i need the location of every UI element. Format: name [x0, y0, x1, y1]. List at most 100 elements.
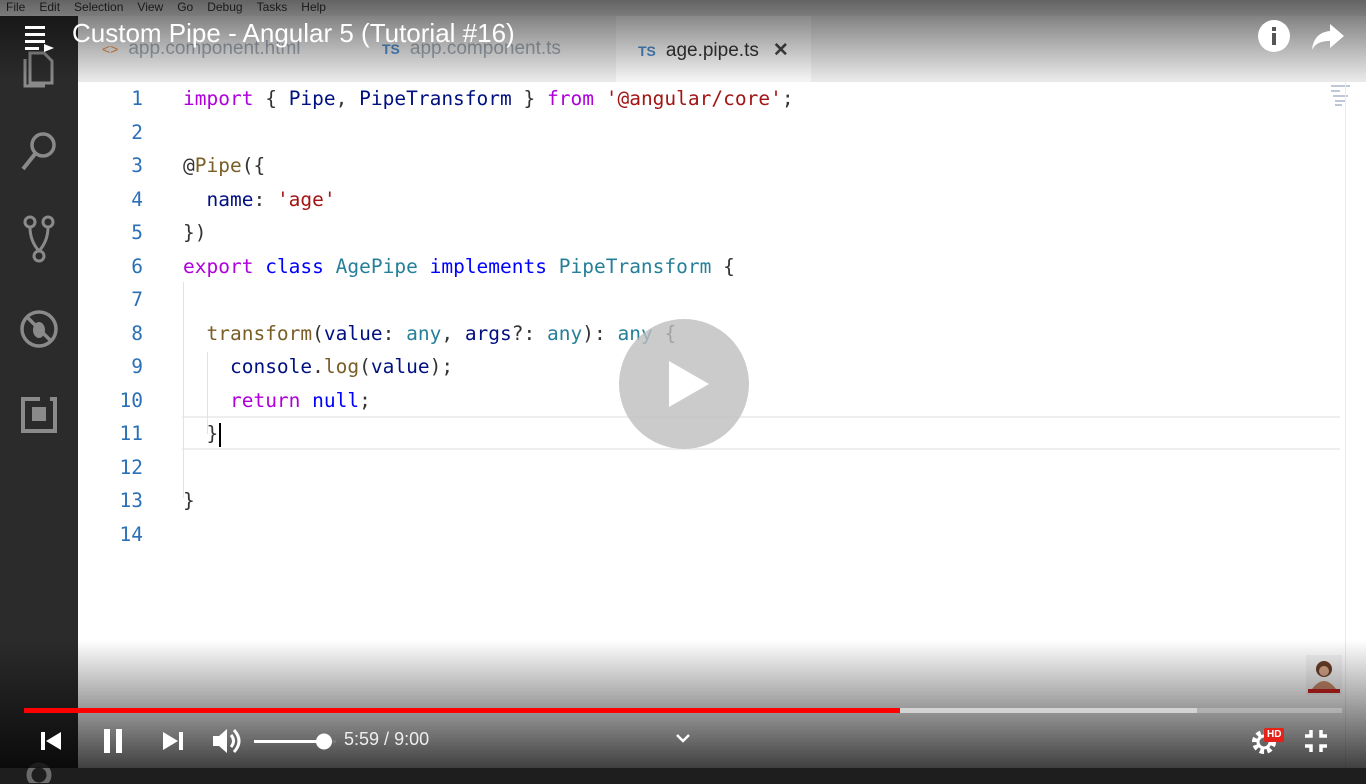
- code-token: (: [359, 355, 371, 378]
- code-line[interactable]: 7: [78, 283, 1366, 316]
- code-token: ,: [335, 87, 360, 110]
- menu-item-view[interactable]: View: [137, 0, 163, 16]
- line-number: 12: [119, 455, 143, 479]
- code-line[interactable]: 4 name: 'age': [78, 183, 1366, 216]
- share-icon[interactable]: [1310, 18, 1346, 54]
- menu-item-edit[interactable]: Edit: [39, 0, 60, 16]
- next-icon[interactable]: [156, 722, 190, 760]
- hd-badge: HD: [1264, 728, 1285, 742]
- code-token: }): [183, 221, 207, 244]
- code-token: .: [312, 355, 324, 378]
- code-token: :: [382, 321, 407, 345]
- pause-icon[interactable]: [96, 722, 130, 760]
- code-token: any: [547, 321, 583, 345]
- code-line[interactable]: 1 import { Pipe, PipeTransform } from '@a…: [78, 82, 1366, 115]
- code-text: }: [183, 417, 222, 450]
- settings-gear-icon[interactable]: HD: [1244, 722, 1285, 760]
- code-line[interactable]: 5}): [78, 216, 1366, 249]
- search-icon[interactable]: [16, 128, 62, 174]
- code-token: args: [464, 321, 512, 345]
- code-text: return null;: [183, 384, 371, 417]
- source-control-icon[interactable]: [16, 215, 62, 263]
- code-line[interactable]: 3 @Pipe({: [78, 149, 1366, 182]
- code-line[interactable]: 14: [78, 518, 1366, 551]
- code-token: value: [323, 321, 383, 345]
- code-text: @Pipe({: [183, 149, 265, 182]
- play-button[interactable]: [619, 319, 749, 449]
- tab-age-pipe-ts[interactable]: TS age.pipe.ts ✕: [616, 16, 811, 82]
- code-token: Pipe: [194, 154, 242, 177]
- line-number: 9: [131, 355, 143, 378]
- time-display: 5:59 / 9:00: [344, 729, 429, 750]
- code-token: name: [206, 187, 254, 211]
- code-token: ?:: [511, 321, 548, 345]
- menu-item-file[interactable]: File: [6, 0, 25, 16]
- menu-item-tasks[interactable]: Tasks: [257, 0, 288, 16]
- code-token: null: [312, 388, 360, 412]
- code-token: @: [183, 154, 195, 177]
- line-number: 11: [119, 422, 143, 445]
- previous-icon[interactable]: [34, 722, 68, 760]
- volume-slider[interactable]: [254, 722, 336, 760]
- code-line[interactable]: 6 export class AgePipe implements PipeTra…: [78, 250, 1366, 283]
- code-token: }: [183, 422, 219, 445]
- code-token: PipeTransform: [359, 87, 512, 110]
- line-number: 7: [131, 288, 143, 311]
- text-cursor: [219, 422, 222, 447]
- channel-avatar-subscribe[interactable]: [1306, 655, 1342, 695]
- menu-item-debug[interactable]: Debug: [207, 0, 242, 16]
- chevron-down-icon[interactable]: [668, 726, 698, 750]
- code-token: from: [547, 87, 594, 110]
- code-token: value: [370, 355, 430, 378]
- menu-item-help[interactable]: Help: [301, 0, 326, 16]
- code-line[interactable]: 13}: [78, 484, 1366, 517]
- line-number: 13: [119, 489, 143, 512]
- code-token: {: [253, 87, 289, 110]
- code-token: export: [183, 254, 254, 278]
- line-number: 5: [131, 221, 143, 244]
- duration: 9:00: [394, 729, 430, 749]
- code-text: console.log(value);: [183, 350, 453, 383]
- code-token: any: [406, 321, 442, 345]
- info-icon[interactable]: [1256, 18, 1292, 54]
- code-token: }: [183, 489, 195, 512]
- code-line[interactable]: 12: [78, 451, 1366, 484]
- line-number: 14: [119, 522, 143, 546]
- code-token: {: [711, 254, 735, 278]
- activity-bar: [0, 16, 78, 783]
- code-line[interactable]: 2: [78, 116, 1366, 149]
- code-token: ;: [781, 87, 794, 110]
- typescript-file-icon: TS: [638, 43, 656, 59]
- extensions-icon[interactable]: [16, 392, 62, 438]
- close-tab-icon[interactable]: ✕: [773, 40, 789, 61]
- code-token: AgePipe: [335, 254, 418, 278]
- menu-item-selection[interactable]: Selection: [74, 0, 123, 16]
- code-token: import: [183, 87, 254, 110]
- volume-icon[interactable]: [208, 722, 246, 760]
- current-time: 5:59: [344, 729, 380, 749]
- code-token: :: [253, 187, 277, 211]
- code-token: console: [229, 355, 313, 378]
- menu-icon[interactable]: [22, 22, 58, 58]
- line-number: 3: [131, 154, 143, 177]
- progress-bar[interactable]: [24, 708, 1342, 713]
- code-text: }: [183, 484, 195, 517]
- vertical-scrollbar[interactable]: [1345, 82, 1366, 768]
- code-token: transform: [206, 321, 313, 345]
- code-token: log: [323, 355, 360, 378]
- debug-icon[interactable]: [16, 306, 62, 352]
- menu-item-go[interactable]: Go: [177, 0, 193, 16]
- video-title[interactable]: Custom Pipe - Angular 5 (Tutorial #16): [72, 18, 515, 49]
- line-number: 4: [131, 187, 143, 211]
- play-icon: [669, 361, 709, 407]
- code-token: ,: [441, 321, 465, 345]
- line-number: 10: [119, 388, 143, 412]
- exit-fullscreen-icon[interactable]: [1298, 722, 1334, 760]
- code-token: PipeTransform: [558, 254, 712, 278]
- line-number: 1: [131, 87, 143, 110]
